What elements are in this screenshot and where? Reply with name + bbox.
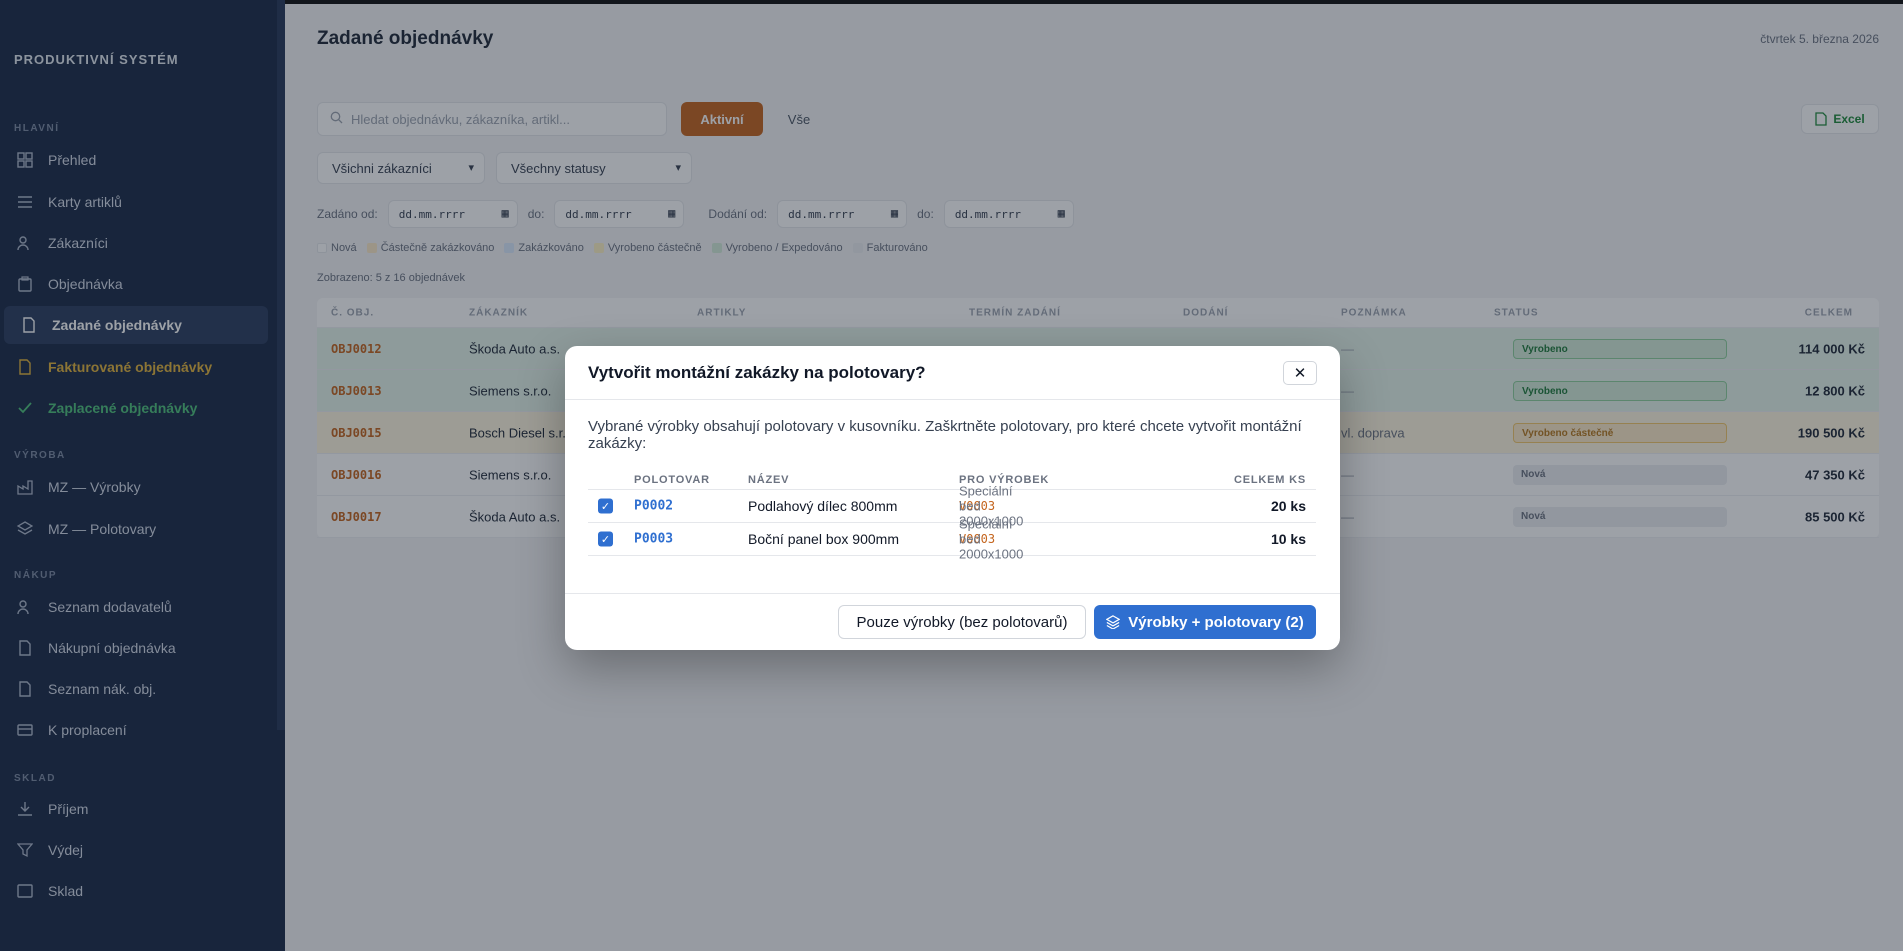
col-header-total-qty: CELKEM KS [1234, 473, 1306, 486]
products-and-semifinished-button[interactable]: Výrobky + polotovary (2) [1094, 605, 1316, 639]
semifinished-code: P0003 [634, 531, 674, 547]
primary-button-label: Výrobky + polotovary (2) [1128, 613, 1304, 631]
modal-title: Vytvořit montážní zakázky na polotovary? [588, 363, 926, 382]
semifinished-checkbox[interactable]: ✓ [598, 531, 613, 547]
col-header-semifinished: POLOTOVAR [634, 473, 710, 486]
semifinished-checkbox[interactable]: ✓ [598, 498, 613, 514]
modal-footer: Pouze výrobky (bez polotovarů) Výrobky +… [565, 593, 1340, 650]
semifinished-code: P0002 [634, 498, 674, 514]
table-row: ✓ P0002 Podlahový dílec 800mm V0003 Speci… [588, 484, 1316, 529]
modal-description: Vybrané výrobky obsahují polotovary v ku… [588, 418, 1302, 452]
total-qty: 10 ks [1270, 531, 1306, 547]
close-button[interactable]: ✕ [1283, 361, 1317, 385]
total-qty: 20 ks [1270, 498, 1306, 514]
semifinished-table: POLOTOVAR NÁZEV PRO VÝROBEK CELKEM KS ✓ … [588, 470, 1316, 562]
checkmark-icon: ✓ [600, 500, 611, 513]
products-only-button[interactable]: Pouze výrobky (bez polotovarů) [838, 605, 1086, 639]
close-icon: ✕ [1293, 365, 1307, 382]
product-name: Speciální bed 2000x1000 [959, 516, 1024, 562]
col-header-name: NÁZEV [748, 473, 790, 486]
semifinished-name: Podlahový dílec 800mm [748, 498, 898, 514]
modal-header: Vytvořit montážní zakázky na polotovary?… [565, 346, 1340, 400]
semifinished-name: Boční panel box 900mm [748, 531, 899, 547]
create-assembly-orders-dialog: Vytvořit montážní zakázky na polotovary?… [565, 346, 1340, 650]
layers-icon [1106, 615, 1121, 629]
table-header: POLOTOVAR NÁZEV PRO VÝROBEK CELKEM KS [588, 470, 1316, 490]
table-row: ✓ P0003 Boční panel box 900mm V0003 Speci… [588, 517, 1316, 562]
checkmark-icon: ✓ [600, 533, 611, 546]
